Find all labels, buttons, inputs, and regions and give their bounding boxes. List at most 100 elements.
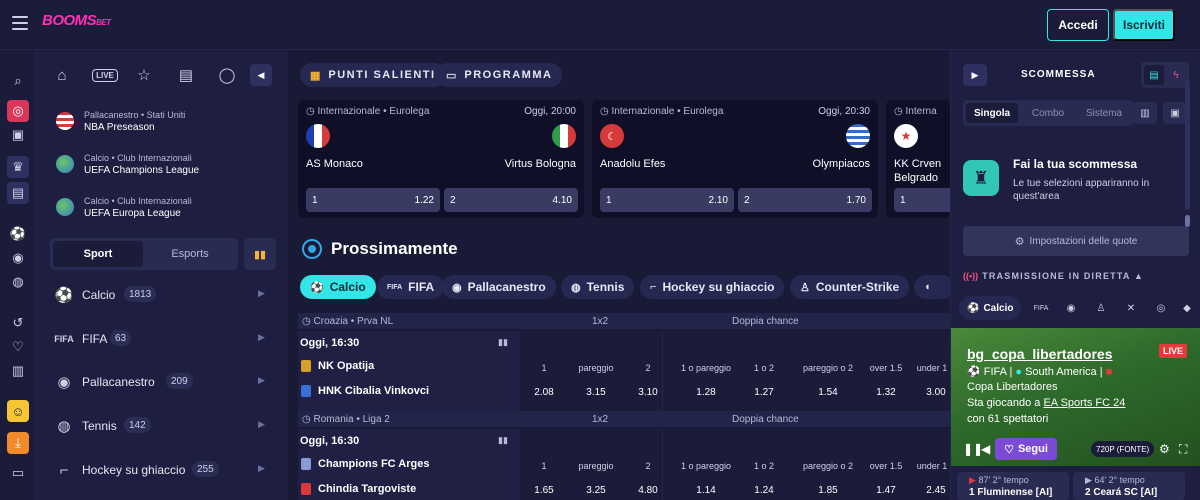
basketball-icon[interactable]: ◉ — [7, 247, 29, 269]
odd-value[interactable]: 1.28 — [676, 387, 736, 398]
odd-value[interactable]: 1.54 — [798, 387, 858, 398]
sport-icon[interactable]: ◆ — [1175, 296, 1199, 320]
target-icon[interactable]: ◎ — [7, 100, 29, 122]
odd-value[interactable]: 1.24 — [734, 485, 794, 496]
follow-button[interactable]: ♡ Segui — [995, 438, 1057, 460]
chip-more[interactable]: ◖ — [914, 275, 954, 299]
soccer-ball-icon[interactable]: ⚽ — [7, 223, 29, 245]
tennis-icon[interactable]: ◍ — [7, 271, 29, 293]
expand-icon[interactable]: ▶ — [963, 64, 987, 86]
chip-fifa[interactable]: FIFA FIFA — [377, 275, 445, 299]
search-icon[interactable]: ⌕ — [7, 70, 29, 92]
gift-icon[interactable]: ▣ — [7, 124, 29, 146]
odd-value[interactable]: 1.27 — [734, 387, 794, 398]
featured-match-card[interactable]: ◷ Interna ★ KK Crven Belgrado 1 — [886, 100, 950, 218]
favorite-league[interactable]: Pallacanestro • Stati Uniti NBA Preseaso… — [50, 104, 280, 140]
stats-icon[interactable]: ▮▮ — [498, 435, 508, 446]
chat-bubble-icon[interactable]: ◯ — [216, 64, 238, 86]
star-icon[interactable]: ☆ — [133, 64, 155, 86]
odd-value[interactable]: 3.15 — [566, 387, 626, 398]
odds-settings-button[interactable]: ⚙ Impostazioni delle quote — [963, 226, 1189, 256]
odd-button[interactable]: 2 1.70 — [738, 188, 872, 212]
gift-icon[interactable]: ▣ — [1163, 102, 1187, 124]
basketball-icon[interactable]: ◉ — [1059, 296, 1083, 320]
sidebar-sport-item[interactable]: ⚽ Calcio 1813 ▶ — [50, 280, 280, 310]
scrollbar-track[interactable] — [1185, 80, 1190, 210]
tab-schedule[interactable]: ▭ PROGRAMMA — [436, 63, 563, 87]
sidebar-sport-item[interactable]: ⌐ Hockey su ghiaccio 255 ▶ — [50, 455, 280, 485]
collapse-sidebar-button[interactable]: ◀ — [250, 64, 272, 86]
tab-combo[interactable]: Combo — [1022, 103, 1074, 123]
menu-icon[interactable] — [12, 16, 28, 30]
odd-value[interactable]: 3.00 — [906, 387, 950, 398]
sidebar-sport-item[interactable]: FIFA FIFA 63 ▶ — [50, 324, 280, 354]
chip-calcio[interactable]: ⚽ Calcio — [300, 275, 376, 299]
odd-value[interactable]: 1.65 — [514, 485, 574, 496]
stats-icon[interactable]: ▮▮ — [244, 238, 276, 270]
emoji-icon[interactable]: ☺ — [7, 400, 29, 422]
odd-value[interactable]: 3.25 — [566, 485, 626, 496]
fullscreen-icon[interactable]: ⛶ — [1179, 442, 1187, 457]
quality-badge[interactable]: 720P (FONTE) — [1091, 441, 1155, 457]
swords-icon[interactable]: ✕ — [1119, 296, 1143, 320]
odd-value[interactable]: 1.85 — [798, 485, 858, 496]
odd-value[interactable]: 4.80 — [618, 485, 678, 496]
chip-counter-strike[interactable]: ♙ Counter-Strike — [790, 275, 910, 299]
favorite-league[interactable]: Calcio • Club Internazionali UEFA Champi… — [50, 147, 280, 183]
download-icon[interactable]: ⤓ — [7, 432, 29, 454]
tab-highlights[interactable]: ▦ PUNTI SALIENTI — [300, 63, 446, 87]
odd-button[interactable]: 2 4.10 — [444, 188, 578, 212]
featured-match-card[interactable]: ◷ Internazionale • Eurolega Oggi, 20:30 … — [592, 100, 878, 218]
odd-value[interactable]: 3.10 — [618, 387, 678, 398]
stats-icon[interactable]: ▮▮ — [498, 337, 508, 348]
heart-icon[interactable]: ♡ — [7, 336, 29, 358]
favorite-league[interactable]: Calcio • Club Internazionali UEFA Europa… — [50, 190, 280, 226]
odd-button[interactable]: 1 — [894, 188, 950, 212]
shop-icon[interactable]: ▤ — [7, 182, 29, 204]
featured-match-card[interactable]: ◷ Internazionale • Eurolega Oggi, 20:00 … — [298, 100, 584, 218]
tab-singola[interactable]: Singola — [966, 103, 1018, 123]
odd-value[interactable]: 1.14 — [676, 485, 736, 496]
chip-tennis[interactable]: ◍ Tennis — [561, 275, 635, 299]
chat-icon[interactable]: ▭ — [7, 462, 29, 484]
login-button[interactable]: Accedi — [1047, 9, 1109, 41]
live-mini-match[interactable]: ▶ 64' 2° tempo 2 Ceará SC [AI] — [1073, 472, 1185, 500]
chip-pallacanestro[interactable]: ◉ Pallacanestro — [442, 275, 556, 299]
live-stream-player[interactable]: bg_copa_libertadores LIVE ⚽ FIFA | ● Sou… — [951, 328, 1200, 466]
chip-hockey[interactable]: ⌐ Hockey su ghiaccio — [640, 275, 785, 299]
table-row[interactable]: Oggi, 16:30 ▮▮ NK Opatija HNK Cibalia Vi… — [298, 331, 950, 411]
esports-tab[interactable]: Esports — [145, 241, 235, 267]
sport-tab[interactable]: Sport — [53, 241, 143, 267]
odd-value[interactable]: 2.45 — [906, 485, 950, 496]
lightning-icon[interactable]: ϟ — [1166, 65, 1186, 85]
logo[interactable]: BOOMSBET — [42, 12, 111, 29]
betslip-icon[interactable]: ▤ — [1144, 65, 1164, 85]
home-icon[interactable]: ⌂ — [51, 64, 73, 86]
odd-value[interactable]: 2.08 — [514, 387, 574, 398]
book-icon[interactable]: ▥ — [1133, 102, 1157, 124]
history-icon[interactable]: ↺ — [7, 312, 29, 334]
sidebar-sport-item[interactable]: ◉ Pallacanestro 209 ▶ — [50, 367, 280, 397]
channel-name[interactable]: bg_copa_libertadores — [967, 346, 1113, 362]
register-button[interactable]: Iscriviti — [1113, 9, 1175, 41]
stream-header[interactable]: ((•)) TRASMISSIONE IN DIRETTA ▲ — [963, 271, 1144, 281]
table-row[interactable]: Oggi, 16:30 ▮▮ Champions FC Arges Chindi… — [298, 429, 950, 500]
target-icon[interactable]: ◎ — [1149, 296, 1173, 320]
scrollbar-thumb[interactable] — [1185, 215, 1190, 227]
live-icon[interactable]: LIVE — [91, 64, 119, 86]
soldier-icon[interactable]: ♙ — [1089, 296, 1113, 320]
playing-game-link[interactable]: EA Sports FC 24 — [1043, 397, 1125, 409]
league-label: Croazia • Prva NL — [313, 316, 394, 327]
stream-chip-fifa[interactable]: FIFA — [1029, 296, 1053, 320]
book-icon[interactable]: ▥ — [7, 360, 29, 382]
odd-button[interactable]: 1 1.22 — [306, 188, 440, 212]
crown-icon[interactable]: ♛ — [7, 156, 29, 178]
stream-chip-calcio[interactable]: ⚽ Calcio — [959, 296, 1022, 320]
odd-button[interactable]: 1 2.10 — [600, 188, 734, 212]
gear-icon[interactable]: ⚙ — [1159, 442, 1170, 456]
sidebar-sport-item[interactable]: ◍ Tennis 142 ▶ — [50, 411, 280, 441]
live-mini-match[interactable]: ▶ 87' 2° tempo 1 Fluminense [AI] — [957, 472, 1069, 500]
tab-sistema[interactable]: Sistema — [1078, 103, 1130, 123]
betslip-icon[interactable]: ▤ — [175, 64, 197, 86]
volume-icon[interactable]: ◀ — [981, 442, 990, 456]
